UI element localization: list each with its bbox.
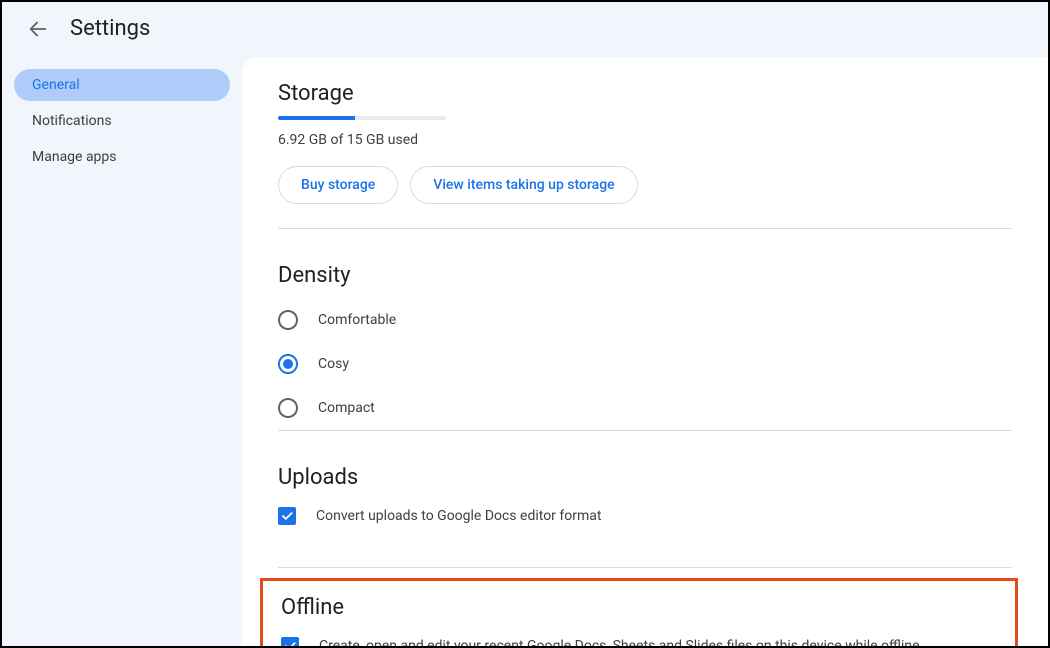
storage-progress-bar [278,116,446,120]
uploads-title: Uploads [278,465,1012,490]
offline-title: Offline [281,595,997,620]
density-radio-comfortable[interactable]: Comfortable [278,298,1012,342]
page-title: Settings [70,16,150,41]
offline-main-label: Create, open and edit your recent Google… [319,636,920,646]
sidebar-item-label: Manage apps [32,149,117,165]
offline-highlight-box: Offline Create, open and edit your recen… [260,578,1018,646]
uploads-convert-row: Convert uploads to Google Docs editor fo… [278,500,1012,533]
sidebar-item-notifications[interactable]: Notifications [14,105,230,137]
radio-label: Comfortable [318,312,396,328]
divider [278,567,1012,568]
buy-storage-button[interactable]: Buy storage [278,166,398,204]
storage-title: Storage [278,81,1012,106]
sidebar-item-general[interactable]: General [14,69,230,101]
uploads-convert-label: Convert uploads to Google Docs editor fo… [316,506,601,527]
storage-progress-fill [278,116,355,120]
density-title: Density [278,263,1012,288]
view-items-button[interactable]: View items taking up storage [410,166,637,204]
uploads-section: Uploads Convert uploads to Google Docs e… [278,447,1012,551]
density-radio-compact[interactable]: Compact [278,386,1012,430]
radio-dot-icon [283,359,293,369]
density-section: Density Comfortable Cosy Compact [278,245,1012,431]
header: Settings [2,2,1048,55]
sidebar-item-label: General [32,77,80,93]
divider [278,228,1012,229]
radio-label: Compact [318,400,375,416]
density-radio-cosy[interactable]: Cosy [278,342,1012,386]
checkbox-checked-icon[interactable] [281,637,299,646]
sidebar-item-label: Notifications [32,113,112,129]
divider [278,430,1012,431]
radio-icon [278,398,298,418]
main-content: Storage 6.92 GB of 15 GB used Buy storag… [242,57,1048,646]
storage-section: Storage 6.92 GB of 15 GB used Buy storag… [278,81,1012,229]
radio-label: Cosy [318,356,349,372]
radio-icon [278,310,298,330]
sidebar-item-manage-apps[interactable]: Manage apps [14,141,230,173]
checkbox-checked-icon[interactable] [278,507,296,525]
sidebar: General Notifications Manage apps [2,55,242,646]
back-arrow-icon[interactable] [26,17,50,41]
radio-icon-selected [278,354,298,374]
offline-enable-row: Create, open and edit your recent Google… [281,630,997,646]
storage-usage-text: 6.92 GB of 15 GB used [278,132,1012,148]
